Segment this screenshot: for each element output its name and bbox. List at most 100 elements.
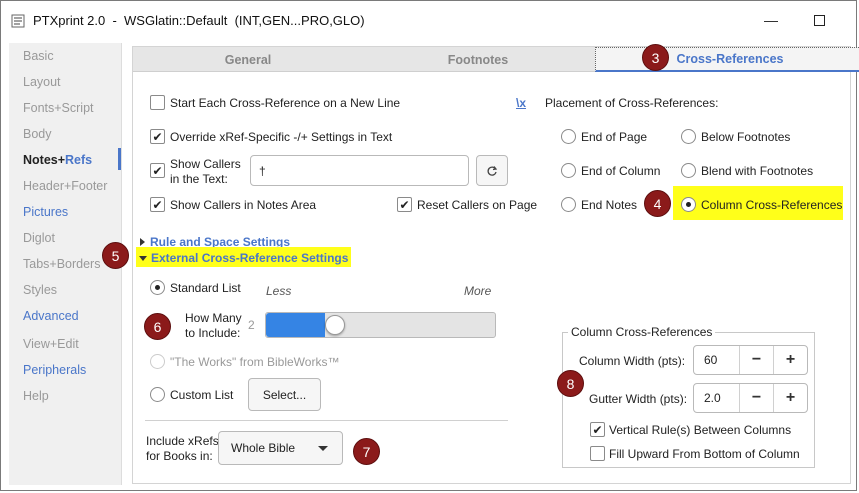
gutter-width-plus-button[interactable]: + (773, 384, 807, 412)
external-label: External Cross-Reference Settings (151, 251, 349, 265)
show-callers-notes-checkbox[interactable]: ✔ (150, 197, 165, 212)
how-many-slider[interactable] (265, 312, 496, 338)
external-expander[interactable]: External Cross-Reference Settings (139, 251, 348, 265)
blend-footnotes-radio[interactable] (681, 163, 696, 178)
sidebar-item-notes-refs[interactable]: Notes+Refs (23, 153, 92, 167)
fill-upward-label: Fill Upward From Bottom of Column (609, 447, 800, 461)
end-of-column-radio[interactable] (561, 163, 576, 178)
show-callers-label-2: in the Text: (170, 172, 228, 186)
sidebar-item-label-suffix: Refs (65, 153, 93, 167)
app-window: PTXprint 2.0 - WSGlatin::Default (INT,GE… (0, 0, 859, 491)
app-icon (11, 14, 25, 28)
how-many-label-2: to Include: (185, 326, 241, 340)
reset-callers-checkbox[interactable]: ✔ (397, 197, 412, 212)
how-many-label-1: How Many (185, 311, 242, 325)
slider-knob[interactable] (325, 315, 345, 335)
chevron-down-icon (318, 446, 328, 451)
column-width-spinner[interactable]: 60 − + (693, 345, 808, 375)
sidebar-item-header-footer[interactable]: Header+Footer (23, 179, 107, 193)
books-dropdown-value: Whole Bible (231, 441, 296, 455)
sidebar-item-view-edit[interactable]: View+Edit (23, 337, 79, 351)
the-works-label: "The Works" from BibleWorks™ (170, 355, 340, 369)
sidebar-item-diglot[interactable]: Diglot (23, 231, 55, 245)
callout-badge-3: 3 (642, 44, 669, 71)
end-notes-label: End Notes (581, 198, 638, 212)
slider-fill (266, 313, 325, 337)
reset-caller-button[interactable] (476, 155, 508, 186)
end-of-page-radio[interactable] (561, 129, 576, 144)
minimize-button[interactable]: — (751, 7, 791, 33)
sidebar-item-layout[interactable]: Layout (23, 75, 61, 89)
column-width-label: Column Width (pts): (579, 354, 686, 368)
standard-list-radio[interactable] (150, 280, 165, 295)
callout-badge-8: 8 (557, 370, 584, 397)
tab-footnotes[interactable]: Footnotes (363, 47, 593, 72)
override-label: Override xRef-Specific -/+ Settings in T… (170, 130, 393, 144)
select-button[interactable]: Select... (248, 378, 321, 411)
standard-list-label: Standard List (170, 281, 241, 295)
column-frame-title: Column Cross-References (568, 325, 716, 339)
end-of-page-label: End of Page (581, 130, 648, 144)
column-xrefs-radio[interactable] (681, 197, 696, 212)
refresh-icon (487, 165, 498, 176)
override-checkbox[interactable]: ✔ (150, 129, 165, 144)
separator (145, 420, 508, 421)
books-dropdown[interactable]: Whole Bible (218, 431, 343, 465)
include-label-1: Include xRefs (146, 434, 219, 448)
gutter-width-value[interactable]: 2.0 (694, 384, 739, 412)
marker-link[interactable]: \x (516, 96, 526, 110)
maximize-icon (813, 14, 825, 26)
custom-list-label: Custom List (170, 388, 234, 402)
expander-expanded-icon (139, 256, 147, 262)
show-callers-checkbox[interactable]: ✔ (150, 163, 165, 178)
custom-list-radio[interactable] (150, 387, 165, 402)
blend-footnotes-label: Blend with Footnotes (701, 164, 814, 178)
column-xrefs-label: Column Cross-References (701, 198, 843, 212)
gutter-width-spinner[interactable]: 2.0 − + (693, 383, 808, 413)
end-of-column-label: End of Column (581, 164, 661, 178)
below-footnotes-radio[interactable] (681, 129, 696, 144)
below-footnotes-label: Below Footnotes (701, 130, 791, 144)
less-label: Less (266, 284, 292, 298)
callout-badge-6: 6 (144, 313, 171, 340)
sidebar-item-fonts-script[interactable]: Fonts+Script (23, 101, 94, 115)
sidebar-item-label: Notes+ (23, 153, 66, 167)
sidebar-item-body[interactable]: Body (23, 127, 52, 141)
include-label-2: for Books in: (146, 449, 213, 463)
how-many-value: 2 (248, 318, 255, 332)
maximize-button[interactable] (799, 7, 839, 33)
column-width-minus-button[interactable]: − (739, 346, 773, 374)
placement-label: Placement of Cross-References: (545, 96, 719, 110)
sidebar-item-styles[interactable]: Styles (23, 283, 57, 297)
start-each-checkbox[interactable] (150, 95, 165, 110)
more-label: More (464, 284, 492, 298)
tab-bar: General Footnotes Cross-References (133, 47, 859, 72)
callout-badge-5: 5 (102, 242, 129, 269)
tab-general[interactable]: General (133, 47, 363, 72)
callout-badge-7: 7 (353, 438, 380, 465)
end-notes-radio[interactable] (561, 197, 576, 212)
gutter-width-label: Gutter Width (pts): (589, 392, 688, 406)
start-each-label: Start Each Cross-Reference on a New Line (170, 96, 401, 110)
sidebar-item-basic[interactable]: Basic (23, 49, 54, 63)
show-callers-notes-label: Show Callers in Notes Area (170, 198, 317, 212)
sidebar-item-help[interactable]: Help (23, 389, 49, 403)
window-title: PTXprint 2.0 - WSGlatin::Default (INT,GE… (33, 13, 365, 28)
column-width-value[interactable]: 60 (694, 346, 739, 374)
vertical-rules-checkbox[interactable]: ✔ (590, 422, 605, 437)
sidebar-item-pictures[interactable]: Pictures (23, 205, 68, 219)
column-width-plus-button[interactable]: + (773, 346, 807, 374)
sidebar-active-indicator (118, 148, 121, 170)
the-works-radio[interactable] (150, 354, 165, 369)
callout-badge-4: 4 (644, 190, 671, 217)
reset-callers-label: Reset Callers on Page (417, 198, 538, 212)
expander-collapsed-icon (140, 238, 145, 246)
tab-cross-references[interactable]: Cross-References (595, 47, 859, 72)
fill-upward-checkbox[interactable] (590, 446, 605, 461)
gutter-width-minus-button[interactable]: − (739, 384, 773, 412)
sidebar-item-advanced[interactable]: Advanced (23, 309, 79, 323)
show-callers-label-1: Show Callers (170, 157, 241, 171)
sidebar-item-peripherals[interactable]: Peripherals (23, 363, 86, 377)
sidebar-item-tabs-borders[interactable]: Tabs+Borders (23, 257, 100, 271)
caller-input[interactable]: † (250, 155, 469, 186)
